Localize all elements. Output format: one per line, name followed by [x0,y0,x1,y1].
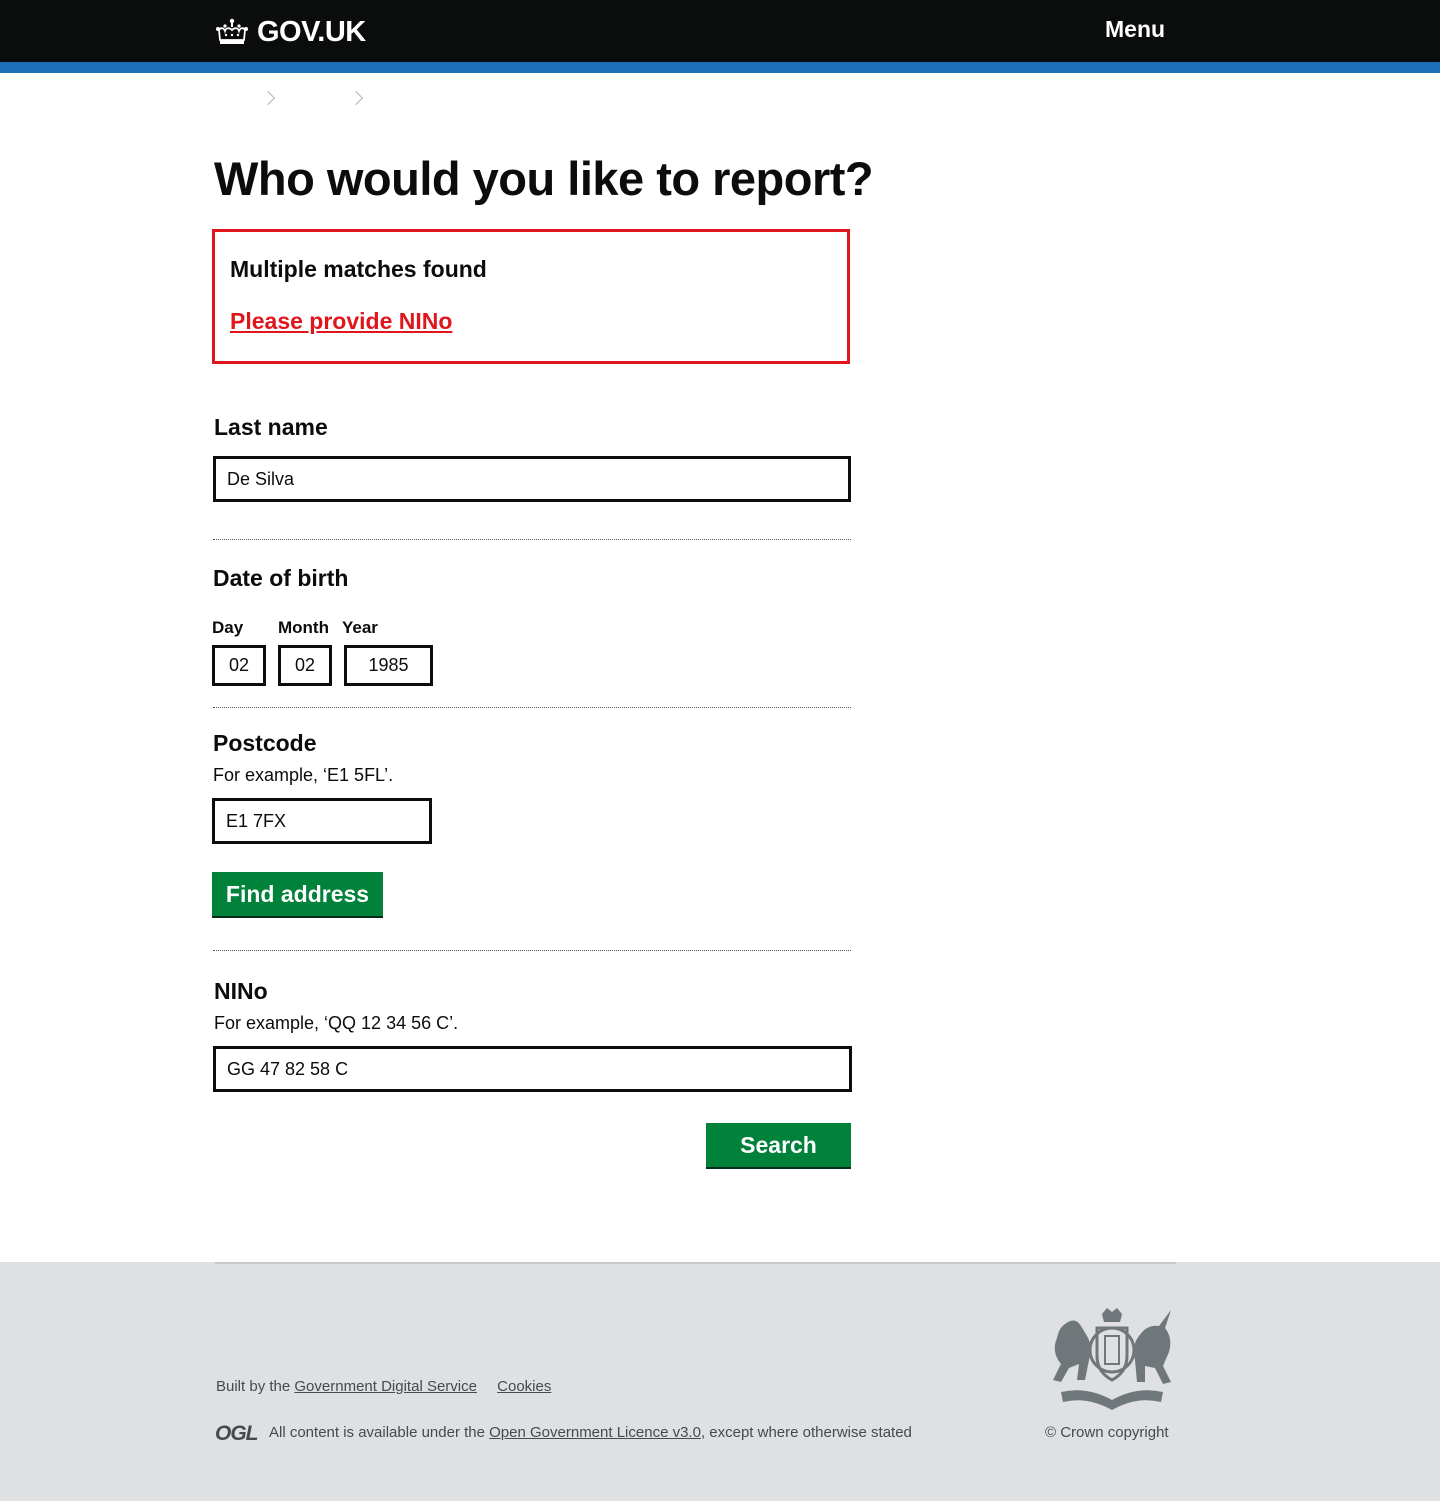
find-address-button[interactable]: Find address [212,872,383,916]
site-footer: Built by the Government Digital Service … [0,1262,1440,1501]
postcode-hint: For example, ‘E1 5FL’. [213,765,394,785]
royal-coat-of-arms-icon [1053,1308,1171,1410]
built-by-text: Built by the [216,1378,295,1395]
chevron-right-icon [260,90,276,106]
error-link-nino[interactable]: Please provide NINo [230,308,452,335]
menu-button[interactable]: Menu [1105,16,1165,43]
day-input[interactable]: 02 [212,645,266,686]
last-name-input[interactable]: De Silva [213,456,851,502]
crown-icon [216,18,248,44]
footer-meta-links: Built by the Government Digital Service … [216,1378,551,1395]
cookies-link[interactable]: Cookies [497,1378,551,1395]
postcode-input[interactable]: E1 7FX [212,798,432,844]
gds-link[interactable]: Government Digital Service [294,1378,477,1395]
date-of-birth-label: Date of birth [213,565,349,591]
year-label: Year [342,618,378,637]
section-divider [213,950,851,951]
header-accent-bar [0,62,1440,73]
govuk-logo-link[interactable]: GOV.UK [215,14,366,50]
licence-suffix: , except where otherwise stated [700,1424,912,1441]
crown-copyright[interactable]: © Crown copyright [1045,1424,1169,1441]
breadcrumb-item[interactable] [215,88,259,108]
search-button[interactable]: Search [706,1123,851,1167]
licence-text: All content is available under the Open … [269,1424,912,1441]
breadcrumb-item[interactable] [283,88,347,108]
nino-hint: For example, ‘QQ 12 34 56 C’. [214,1013,459,1033]
ogl-logo: OGL [215,1422,258,1445]
licence-prefix: All content is available under the [269,1424,490,1441]
section-divider [213,539,851,540]
breadcrumb [215,88,371,108]
error-summary: Multiple matches found Please provide NI… [212,229,850,364]
error-summary-title: Multiple matches found [230,256,487,282]
postcode-label: Postcode [213,730,317,756]
ogl-link[interactable]: Open Government Licence v3.0 [489,1424,701,1441]
logo-text: GOV.UK [257,15,366,48]
last-name-label: Last name [214,414,328,440]
page-title: Who would you like to report? [214,152,874,205]
footer-divider [215,1262,1176,1264]
nino-input[interactable]: GG 47 82 58 C [213,1046,852,1092]
chevron-right-icon [348,90,364,106]
month-label: Month [278,618,329,637]
site-header: GOV.UK Menu [0,0,1440,64]
year-input[interactable]: 1985 [344,645,433,686]
nino-label: NINo [214,978,268,1004]
section-divider [213,707,851,708]
month-input[interactable]: 02 [278,645,332,686]
day-label: Day [212,618,244,637]
